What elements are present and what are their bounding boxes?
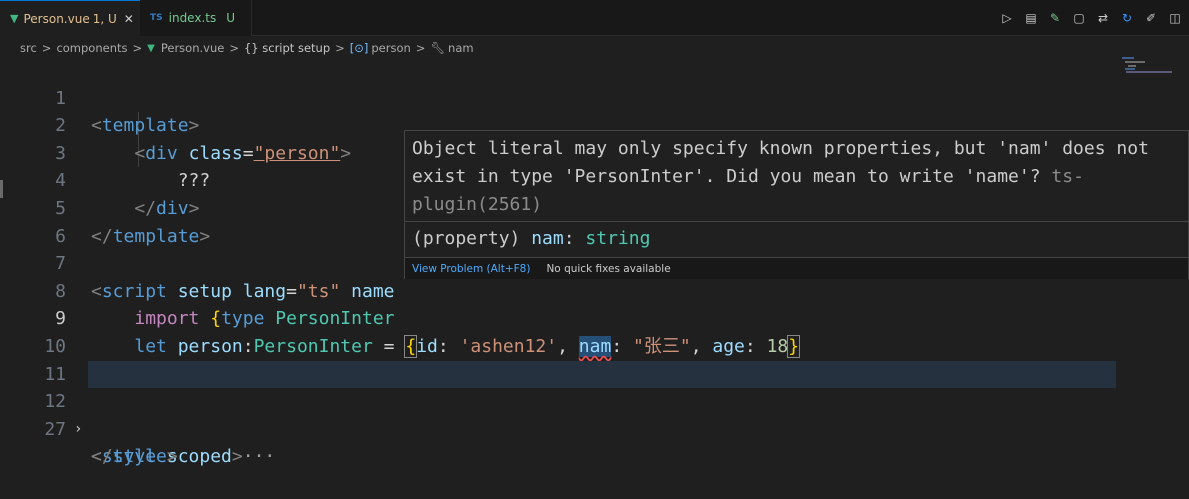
- vue-file-icon: ▼: [10, 12, 19, 25]
- breadcrumb-separator: >: [41, 41, 52, 55]
- breadcrumb-separator: >: [229, 41, 239, 55]
- no-quick-fixes-label: No quick fixes available: [546, 262, 671, 275]
- vue-file-icon: ▼: [147, 42, 155, 54]
- fold-ellipsis[interactable]: ···: [243, 446, 276, 467]
- code-line-folded: 12 › <style scoped>···: [0, 361, 1189, 467]
- close-icon[interactable]: ✕: [124, 12, 134, 26]
- breadcrumb-item-script-setup[interactable]: {} script setup: [244, 41, 330, 55]
- code-line: 11: [0, 333, 1189, 385]
- refresh-icon[interactable]: ↻: [1119, 10, 1135, 26]
- code-line-current: 9 let person:PersonInter = {id: 'ashen12…: [0, 278, 1189, 358]
- editor-actions: ▷ ▤ ✎ ▢ ⇄ ↻ ✐ ◫: [999, 0, 1183, 36]
- chevron-right-icon[interactable]: ›: [74, 416, 82, 444]
- breadcrumb-separator: >: [132, 41, 143, 55]
- minimap[interactable]: [1122, 57, 1182, 77]
- breadcrumb-separator: >: [335, 41, 345, 55]
- view-problem-link[interactable]: View Problem (Alt+F8): [412, 263, 530, 275]
- breadcrumb-item-nam[interactable]: nam: [448, 41, 474, 55]
- type-signature: (property) nam: string: [412, 228, 651, 249]
- error-hover-widget: Object literal may only specify known pr…: [404, 130, 1189, 279]
- error-message: Object literal may only specify known pr…: [412, 138, 1149, 215]
- code-line: 27 </style>: [0, 388, 1189, 468]
- tab-badge: 1, U: [92, 11, 117, 26]
- file-icon[interactable]: ▢: [1071, 10, 1087, 26]
- ts-file-icon: TS: [150, 13, 163, 23]
- divider: [405, 221, 1188, 222]
- breadcrumb: src > components > ▼ Person.vue > {} scr…: [20, 38, 474, 58]
- wrench-icon: 🔧︎: [430, 41, 446, 55]
- tab-badge: U: [226, 11, 236, 25]
- pencil-icon[interactable]: ✐: [1143, 10, 1159, 26]
- editor-tab-bar: ▼ Person.vue 1, U ✕ TS index.ts U ▷ ▤ ✎ …: [0, 0, 1189, 36]
- split-editor-icon[interactable]: ◫: [1167, 10, 1183, 26]
- tab-label: Person.vue: [23, 11, 90, 26]
- line-number: 27: [44, 418, 66, 440]
- breadcrumb-separator: >: [415, 41, 426, 55]
- edit-check-icon[interactable]: ✎: [1047, 10, 1063, 26]
- code-line: 2 <div class="person">: [0, 85, 1189, 164]
- breadcrumb-item-src[interactable]: src: [20, 41, 37, 55]
- compare-icon[interactable]: ⇄: [1095, 10, 1111, 26]
- code-line: 10 </script>: [0, 305, 1189, 385]
- split-preview-icon[interactable]: ▤: [1023, 10, 1039, 26]
- tab-person-vue[interactable]: ▼ Person.vue 1, U ✕: [0, 0, 140, 36]
- code-line: 1 <template>: [0, 57, 1189, 137]
- object-symbol-icon: [⊙]: [349, 41, 369, 55]
- hover-status-bar: View Problem (Alt+F8) No quick fixes ava…: [405, 257, 1188, 279]
- breadcrumb-item-components[interactable]: components: [56, 41, 127, 55]
- tab-label: index.ts: [168, 11, 217, 25]
- breadcrumb-item-person[interactable]: person: [371, 41, 410, 55]
- breadcrumb-item-file[interactable]: Person.vue: [161, 41, 224, 55]
- run-icon[interactable]: ▷: [999, 10, 1015, 26]
- tab-index-ts[interactable]: TS index.ts U: [140, 0, 252, 36]
